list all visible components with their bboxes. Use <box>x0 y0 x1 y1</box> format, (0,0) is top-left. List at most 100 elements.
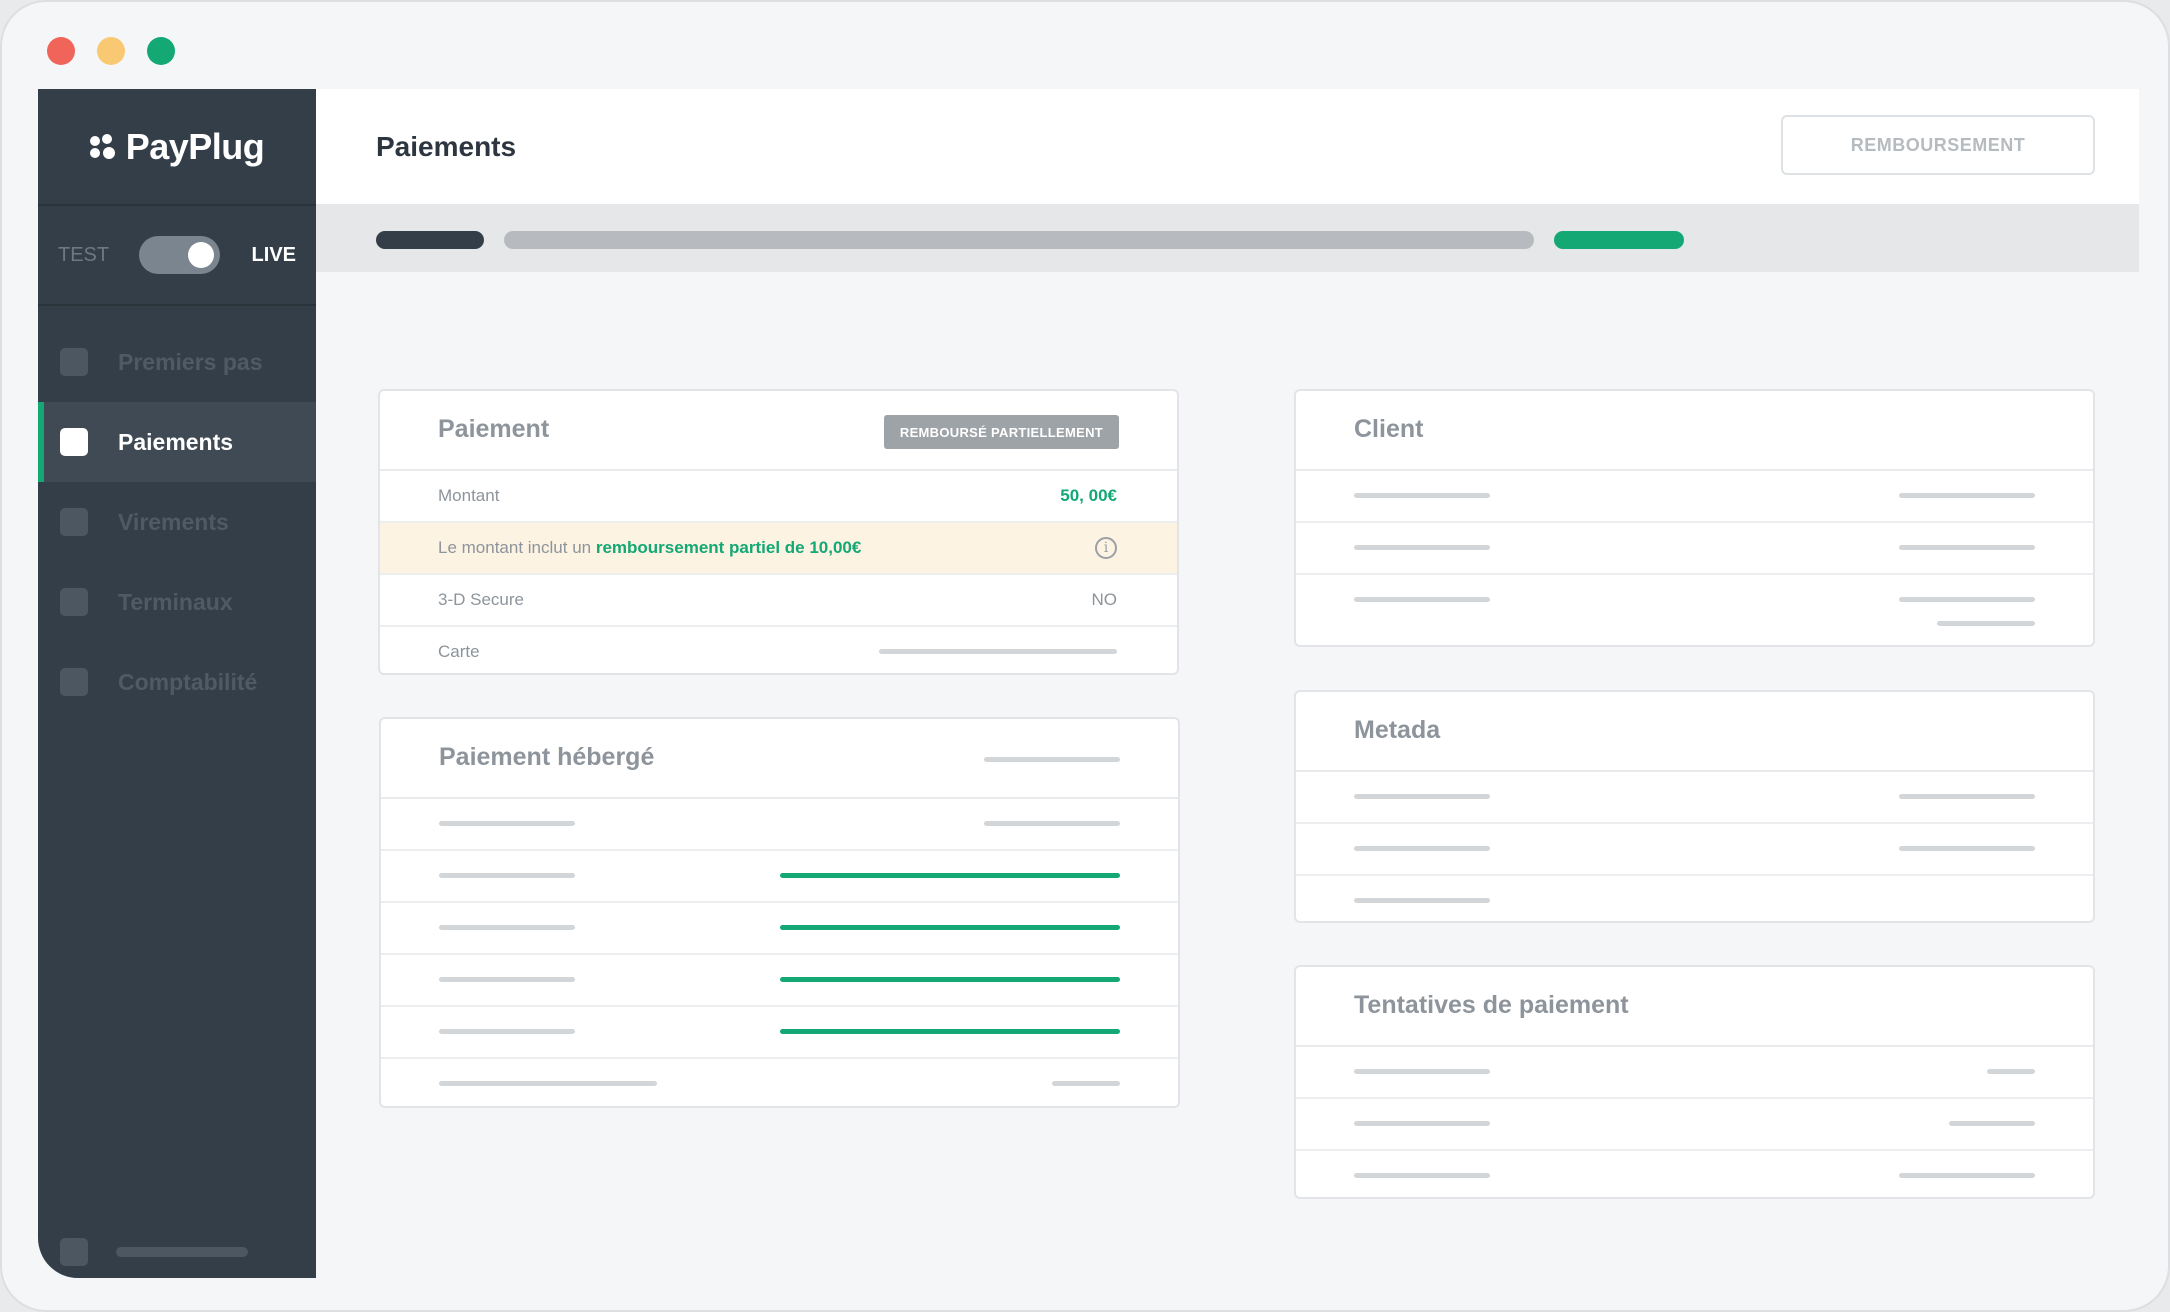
placeholder-label <box>1354 597 1490 602</box>
list-item <box>381 1059 1178 1108</box>
header-placeholder <box>984 757 1120 762</box>
sidebar-nav: Premiers pas Paiements Virements Termina… <box>38 306 316 722</box>
placeholder-label <box>1354 898 1490 903</box>
placeholder-label <box>439 1081 657 1086</box>
placeholder-value <box>1899 597 2035 602</box>
notice-highlight: remboursement partiel de 10,00€ <box>596 538 862 557</box>
page-title: Paiements <box>376 131 516 163</box>
list-item <box>381 851 1178 903</box>
avatar <box>60 1238 88 1266</box>
account-name-placeholder <box>116 1247 248 1257</box>
placeholder-value <box>1052 1081 1120 1086</box>
card-row: Carte <box>380 627 1177 675</box>
sidebar-item-label: Paiements <box>118 429 233 456</box>
payment-attempts-card: Tentatives de paiement <box>1294 965 2095 1199</box>
placeholder-value <box>1899 846 2035 851</box>
square-icon <box>60 588 88 616</box>
placeholder-label <box>1354 794 1490 799</box>
placeholder-value <box>1949 1121 2035 1126</box>
sidebar-item-terminaux[interactable]: Terminaux <box>38 562 316 642</box>
placeholder-value-secondary <box>1937 621 2035 626</box>
progress-segment-dark <box>376 231 484 249</box>
mode-toggle-row: TEST LIVE <box>38 206 316 306</box>
card-header: Paiement REMBOURSÉ PARTIELLEMENT <box>380 391 1177 471</box>
placeholder-value <box>1987 1069 2035 1074</box>
list-item <box>381 903 1178 955</box>
payplug-logo-icon <box>90 134 116 160</box>
card-title: Paiement <box>438 415 549 444</box>
card-value-placeholder <box>879 649 1117 654</box>
refund-notice-text: Le montant inclut un remboursement parti… <box>438 538 861 558</box>
placeholder-value <box>1899 493 2035 498</box>
placeholder-label <box>439 873 575 878</box>
sidebar-item-label: Premiers pas <box>118 349 262 376</box>
close-window-button[interactable] <box>47 37 75 65</box>
list-item <box>1296 1047 2093 1099</box>
square-icon <box>60 348 88 376</box>
list-item <box>381 955 1178 1007</box>
placeholder-label <box>1354 846 1490 851</box>
list-item <box>1296 523 2093 575</box>
placeholder-value <box>780 873 1120 878</box>
placeholder-value <box>984 821 1120 826</box>
card-title: Tentatives de paiement <box>1354 991 1629 1020</box>
placeholder-label <box>1354 1069 1490 1074</box>
placeholder-value <box>780 925 1120 930</box>
status-badge: REMBOURSÉ PARTIELLEMENT <box>884 415 1119 449</box>
amount-label: Montant <box>438 486 499 506</box>
payment-card: Paiement REMBOURSÉ PARTIELLEMENT Montant… <box>378 389 1179 675</box>
secure-value: NO <box>1092 590 1118 610</box>
metadata-card: Metada <box>1294 690 2095 923</box>
sidebar-item-label: Comptabilité <box>118 669 257 696</box>
sidebar-item-label: Terminaux <box>118 589 233 616</box>
square-icon <box>60 668 88 696</box>
placeholder-value <box>1899 1173 2035 1178</box>
logo[interactable]: PayPlug <box>38 89 316 206</box>
test-live-switch[interactable] <box>139 236 219 274</box>
notice-prefix: Le montant inclut un <box>438 538 591 557</box>
refund-button[interactable]: REMBOURSEMENT <box>1781 115 2095 175</box>
progress-segment-green <box>1554 231 1684 249</box>
progress-segment-grey <box>504 231 1534 249</box>
placeholder-value <box>1899 794 2035 799</box>
list-item <box>1296 772 2093 824</box>
placeholder-label <box>1354 493 1490 498</box>
card-header: Paiement hébergé <box>381 719 1178 799</box>
amount-value: 50, 00€ <box>1060 486 1117 506</box>
sidebar-item-virements[interactable]: Virements <box>38 482 316 562</box>
logo-text: PayPlug <box>126 126 265 168</box>
minimize-window-button[interactable] <box>97 37 125 65</box>
placeholder-value <box>780 977 1120 982</box>
toggle-live-label: LIVE <box>252 244 296 267</box>
list-item <box>1296 876 2093 923</box>
placeholder-label <box>439 925 575 930</box>
placeholder-label <box>1354 1121 1490 1126</box>
sidebar-account[interactable] <box>60 1238 248 1266</box>
refund-notice-row: Le montant inclut un remboursement parti… <box>380 523 1177 575</box>
card-title: Metada <box>1354 716 1440 745</box>
card-header: Tentatives de paiement <box>1296 967 2093 1047</box>
hosted-payment-card: Paiement hébergé <box>379 717 1180 1108</box>
card-label: Carte <box>438 642 480 662</box>
client-card: Client <box>1294 389 2095 647</box>
placeholder-value <box>1899 545 2035 550</box>
amount-row: Montant 50, 00€ <box>380 471 1177 523</box>
secure-row: 3-D Secure NO <box>380 575 1177 627</box>
card-title: Client <box>1354 415 1423 444</box>
placeholder-label <box>1354 545 1490 550</box>
list-item <box>1296 1099 2093 1151</box>
info-icon[interactable]: i <box>1095 537 1117 559</box>
placeholder-label <box>439 821 575 826</box>
sidebar-item-paiements[interactable]: Paiements <box>38 402 316 482</box>
sidebar-item-premiers-pas[interactable]: Premiers pas <box>38 322 316 402</box>
app-window: PayPlug TEST LIVE Premiers pas Paiements… <box>0 0 2170 1312</box>
list-item <box>1296 575 2093 647</box>
list-item <box>381 799 1178 851</box>
list-item <box>1296 471 2093 523</box>
progress-strip <box>316 204 2139 272</box>
switch-knob <box>188 242 214 268</box>
sidebar: PayPlug TEST LIVE Premiers pas Paiements… <box>38 89 316 1278</box>
maximize-window-button[interactable] <box>147 37 175 65</box>
sidebar-item-comptabilite[interactable]: Comptabilité <box>38 642 316 722</box>
placeholder-label <box>439 977 575 982</box>
